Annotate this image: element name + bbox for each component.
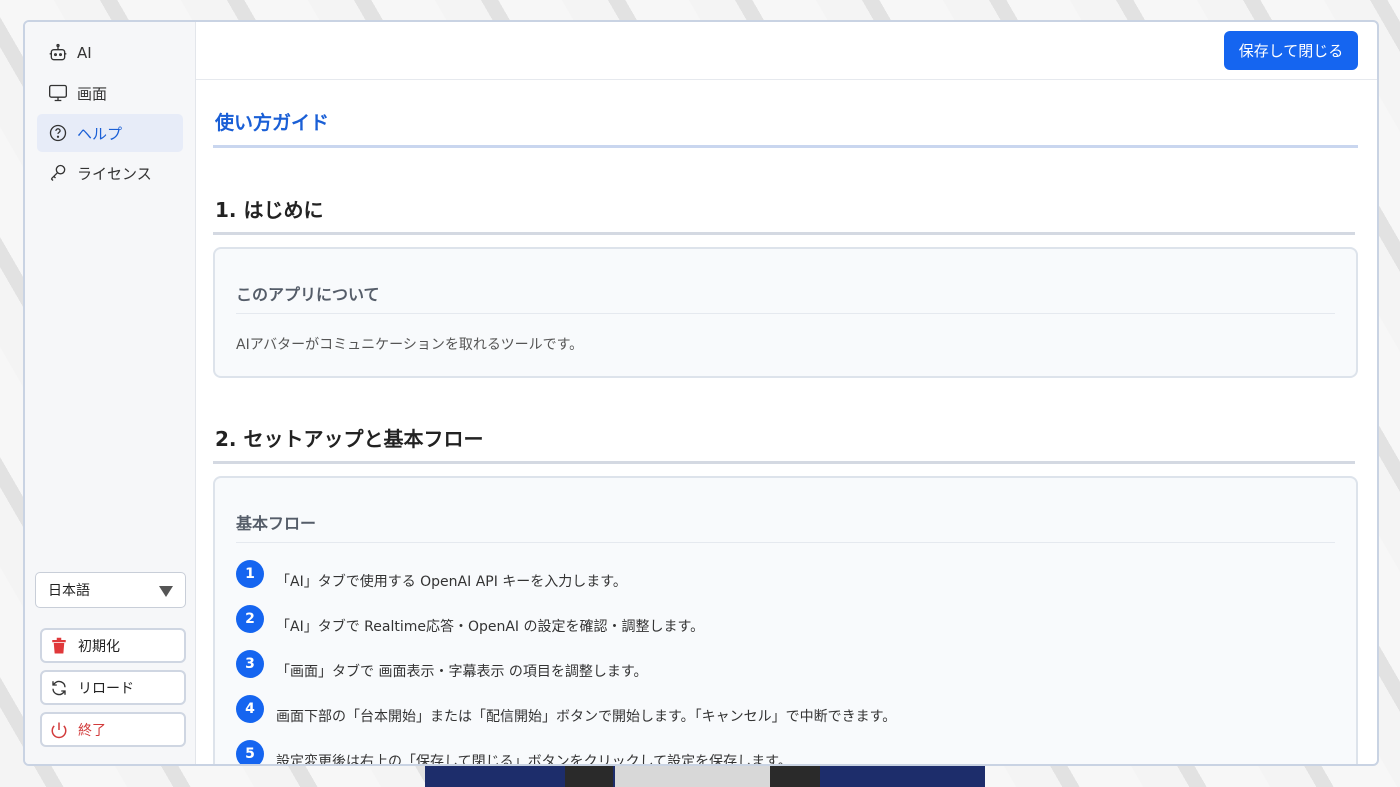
quit-button[interactable]: 終了: [40, 712, 186, 747]
step-text: 「AI」タブで Realtime応答・OpenAI の設定を確認・調整します。: [276, 618, 705, 635]
help-content[interactable]: 使い方ガイド 1. はじめに このアプリについて AIアバターがコミュニケーショ…: [213, 80, 1358, 764]
step-text: 「画面」タブで 画面表示・字幕表示 の項目を調整します。: [276, 663, 648, 680]
sidebar-nav: AI 画面 ヘルプ ライセンス: [25, 22, 195, 192]
trash-icon: [50, 637, 68, 655]
card-text: AIアバターがコミュニケーションを取れるツールです。: [236, 337, 584, 353]
dropdown-arrow-icon: [159, 586, 173, 597]
robot-icon: [47, 42, 69, 64]
top-bar: 保存して閉じる: [196, 22, 1377, 80]
basic-flow-card: 基本フロー 1 「AI」タブで使用する OpenAI API キーを入力します。…: [213, 476, 1358, 764]
sidebar-item-help[interactable]: ヘルプ: [37, 114, 183, 152]
step-number-badge: 5: [236, 739, 264, 764]
key-icon: [47, 162, 69, 184]
list-item: 4 画面下部の「台本開始」または「配信開始」ボタンで開始します。「キャンセル」で…: [236, 690, 1335, 735]
sidebar-item-label: 画面: [77, 84, 108, 103]
refresh-icon: [50, 679, 68, 697]
reload-button-label: リロード: [78, 680, 134, 697]
card-title: 基本フロー: [236, 478, 1335, 543]
monitor-icon: [47, 82, 69, 104]
section-title-intro: 1. はじめに: [213, 194, 1355, 235]
list-item: 2 「AI」タブで Realtime応答・OpenAI の設定を確認・調整します…: [236, 600, 1335, 645]
language-select[interactable]: 日本語: [35, 572, 186, 608]
sidebar: AI 画面 ヘルプ ライセンス 日本語 初期化 リロード 終了: [25, 22, 196, 764]
step-text: 設定変更後は右上の「保存して閉じる」ボタンをクリックして設定を保存します。: [276, 753, 792, 765]
power-icon: [50, 721, 68, 739]
step-number-badge: 4: [236, 694, 264, 723]
sidebar-item-label: AI: [77, 44, 92, 62]
reload-button[interactable]: リロード: [40, 670, 186, 705]
sidebar-item-label: ヘルプ: [77, 124, 123, 143]
init-button[interactable]: 初期化: [40, 628, 186, 663]
card-title: このアプリについて: [236, 249, 1335, 314]
intro-card: このアプリについて AIアバターがコミュニケーションを取れるツールです。: [213, 247, 1358, 378]
step-text: 画面下部の「台本開始」または「配信開始」ボタンで開始します。「キャンセル」で中断…: [276, 708, 897, 725]
step-number-badge: 3: [236, 649, 264, 678]
list-item: 5 設定変更後は右上の「保存して閉じる」ボタンをクリックして設定を保存します。: [236, 735, 1335, 764]
sidebar-item-label: ライセンス: [77, 164, 152, 183]
sidebar-item-license[interactable]: ライセンス: [37, 154, 183, 192]
step-number-badge: 1: [236, 559, 264, 588]
init-button-label: 初期化: [78, 638, 120, 655]
main-panel: 保存して閉じる 使い方ガイド 1. はじめに このアプリについて AIアバターが…: [196, 22, 1377, 764]
section-title-setup: 2. セットアップと基本フロー: [213, 423, 1355, 464]
save-and-close-button[interactable]: 保存して閉じる: [1224, 31, 1358, 70]
help-circle-icon: [47, 122, 69, 144]
quit-button-label: 終了: [78, 722, 106, 739]
sidebar-item-display[interactable]: 画面: [37, 74, 183, 112]
step-list: 1 「AI」タブで使用する OpenAI API キーを入力します。 2 「AI…: [236, 555, 1335, 764]
language-value: 日本語: [48, 583, 90, 599]
settings-window: AI 画面 ヘルプ ライセンス 日本語 初期化 リロード 終了 保存して閉じる …: [23, 20, 1379, 766]
sidebar-item-ai[interactable]: AI: [37, 34, 183, 72]
page-title: 使い方ガイド: [213, 108, 1358, 148]
step-number-badge: 2: [236, 604, 264, 633]
list-item: 3 「画面」タブで 画面表示・字幕表示 の項目を調整します。: [236, 645, 1335, 690]
step-text: 「AI」タブで使用する OpenAI API キーを入力します。: [276, 573, 627, 590]
list-item: 1 「AI」タブで使用する OpenAI API キーを入力します。: [236, 555, 1335, 600]
